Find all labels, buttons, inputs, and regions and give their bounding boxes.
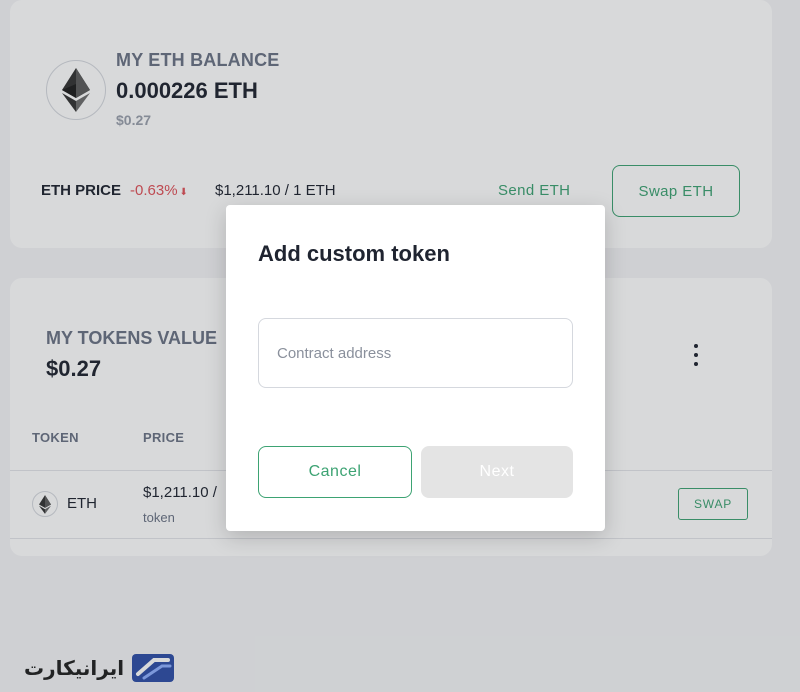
dialog-title: Add custom token <box>258 241 450 266</box>
contract-address-input[interactable] <box>258 318 573 388</box>
add-custom-token-dialog: Add custom token Cancel Next <box>226 205 605 531</box>
next-button[interactable]: Next <box>421 446 573 498</box>
cancel-button[interactable]: Cancel <box>258 446 412 498</box>
